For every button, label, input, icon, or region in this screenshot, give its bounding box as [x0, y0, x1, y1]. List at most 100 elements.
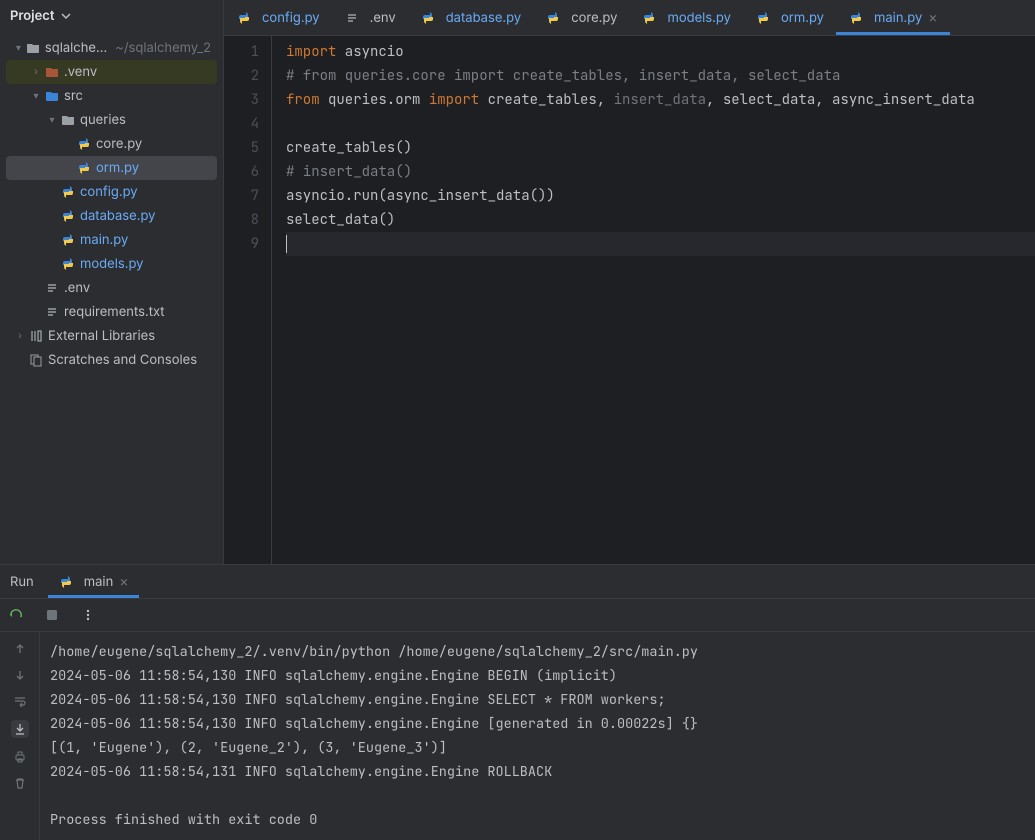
- tree-row[interactable]: ▾ queries: [6, 108, 217, 132]
- tree-row-label: .env: [64, 280, 90, 296]
- line-number: 9: [224, 232, 259, 256]
- scroll-to-end-icon[interactable]: [11, 720, 29, 738]
- text-icon: [44, 280, 60, 296]
- run-console[interactable]: /home/eugene/sqlalchemy_2/.venv/bin/pyth…: [40, 632, 1035, 840]
- tree-row[interactable]: core.py: [6, 132, 217, 156]
- python-icon: [58, 574, 74, 590]
- editor-tab[interactable]: main.py ×: [836, 0, 950, 35]
- line-number: 2: [224, 64, 259, 88]
- py-icon: [76, 136, 92, 152]
- code-line[interactable]: # insert_data(): [286, 160, 1035, 184]
- line-number: 7: [224, 184, 259, 208]
- twistie-icon[interactable]: ▾: [44, 114, 60, 126]
- code-line[interactable]: from queries.orm import create_tables, i…: [286, 88, 1035, 112]
- down-icon[interactable]: [13, 668, 27, 682]
- scratch-icon: [28, 352, 44, 368]
- tree-row-label: models.py: [80, 256, 144, 272]
- more-icon[interactable]: [80, 607, 96, 623]
- tree-row[interactable]: requirements.txt: [6, 300, 217, 324]
- code-line[interactable]: # from queries.core import create_tables…: [286, 64, 1035, 88]
- print-icon[interactable]: [13, 750, 27, 764]
- code-line[interactable]: select_data(): [286, 208, 1035, 232]
- py-icon: [60, 208, 76, 224]
- editor-tab[interactable]: orm.py: [743, 0, 836, 35]
- tree-row-hint: ~/sqlalchemy_2: [115, 40, 211, 56]
- tree-row[interactable]: › External Libraries: [6, 324, 217, 348]
- editor-tab-label: orm.py: [781, 10, 824, 26]
- tree-row[interactable]: main.py: [6, 228, 217, 252]
- tree-row-label: database.py: [80, 208, 155, 224]
- line-number: 5: [224, 136, 259, 160]
- text-icon: [344, 10, 360, 26]
- editor-tab[interactable]: .env: [332, 0, 408, 35]
- run-panel: Run main × /home/eugene/sqlalchemy_2: [0, 564, 1035, 840]
- run-gutter: [0, 632, 40, 840]
- run-toolbar: [0, 598, 1035, 632]
- py-icon: [420, 10, 436, 26]
- tree-row-label: config.py: [80, 184, 138, 200]
- editor-code[interactable]: import asyncio# from queries.core import…: [272, 36, 1035, 564]
- py-icon: [545, 10, 561, 26]
- run-config-tab[interactable]: main ×: [48, 565, 139, 598]
- rerun-icon[interactable]: [8, 607, 24, 623]
- lib-icon: [28, 328, 44, 344]
- py-icon: [60, 256, 76, 272]
- tree-row[interactable]: ▾ sqlalchemy_2~/sqlalchemy_2: [6, 36, 217, 60]
- py-icon: [60, 232, 76, 248]
- folder-icon: [60, 112, 76, 128]
- twistie-icon[interactable]: ▾: [28, 90, 44, 102]
- tree-row[interactable]: database.py: [6, 204, 217, 228]
- tree-row-label: queries: [80, 112, 126, 128]
- close-icon[interactable]: ×: [119, 575, 128, 589]
- up-icon[interactable]: [13, 642, 27, 656]
- folder-blue-icon: [44, 88, 60, 104]
- code-line[interactable]: asyncio.run(async_insert_data()): [286, 184, 1035, 208]
- run-tool-label[interactable]: Run: [10, 574, 34, 590]
- code-line[interactable]: import asyncio: [286, 40, 1035, 64]
- line-number: 3: [224, 88, 259, 112]
- folder-root-icon: [25, 40, 41, 56]
- code-line[interactable]: [286, 232, 1035, 256]
- stop-icon[interactable]: [44, 607, 60, 623]
- tree-row[interactable]: .env: [6, 276, 217, 300]
- editor-tab-label: models.py: [667, 10, 731, 26]
- project-panel-title: Project: [10, 8, 54, 24]
- py-icon: [76, 160, 92, 176]
- twistie-icon[interactable]: ▾: [12, 42, 25, 54]
- editor-tab-label: core.py: [571, 10, 617, 26]
- py-icon: [60, 184, 76, 200]
- py-icon: [641, 10, 657, 26]
- py-icon: [236, 10, 252, 26]
- line-number: 8: [224, 208, 259, 232]
- editor-body[interactable]: 123456789 import asyncio# from queries.c…: [224, 36, 1035, 564]
- tree-row[interactable]: Scratches and Consoles: [6, 348, 217, 372]
- line-number: 4: [224, 112, 259, 136]
- editor-tab[interactable]: models.py: [629, 0, 743, 35]
- tree-row[interactable]: ▾ src: [6, 84, 217, 108]
- editor-tab[interactable]: database.py: [408, 0, 533, 35]
- trash-icon[interactable]: [13, 776, 27, 790]
- twistie-icon[interactable]: ›: [12, 330, 28, 342]
- twistie-icon[interactable]: ›: [28, 66, 44, 78]
- tree-row-label: src: [64, 88, 83, 104]
- project-tree[interactable]: ▾ sqlalchemy_2~/sqlalchemy_2 ›.venv ▾ src ▾ qu…: [0, 32, 223, 564]
- tree-row[interactable]: ›.venv: [6, 60, 217, 84]
- code-line[interactable]: create_tables(): [286, 136, 1035, 160]
- tree-row[interactable]: config.py: [6, 180, 217, 204]
- editor-tab[interactable]: core.py: [533, 0, 629, 35]
- project-panel-header[interactable]: Project: [0, 0, 223, 32]
- soft-wrap-icon[interactable]: [13, 694, 27, 708]
- tree-row[interactable]: models.py: [6, 252, 217, 276]
- tree-row-label: sqlalchemy_2: [45, 40, 111, 56]
- tree-row-label: External Libraries: [48, 328, 155, 344]
- line-number: 6: [224, 160, 259, 184]
- editor-tab[interactable]: config.py: [224, 0, 332, 35]
- tree-row[interactable]: orm.py: [6, 156, 217, 180]
- tree-row-label: orm.py: [96, 160, 139, 176]
- editor-tab-label: config.py: [262, 10, 320, 26]
- code-line[interactable]: [286, 112, 1035, 136]
- close-icon[interactable]: ×: [928, 11, 937, 25]
- tree-row-label: Scratches and Consoles: [48, 352, 197, 368]
- editor-tab-label: main.py: [874, 10, 922, 26]
- editor-tabs[interactable]: config.py .envdatabase.py core.py models.py…: [224, 0, 1035, 36]
